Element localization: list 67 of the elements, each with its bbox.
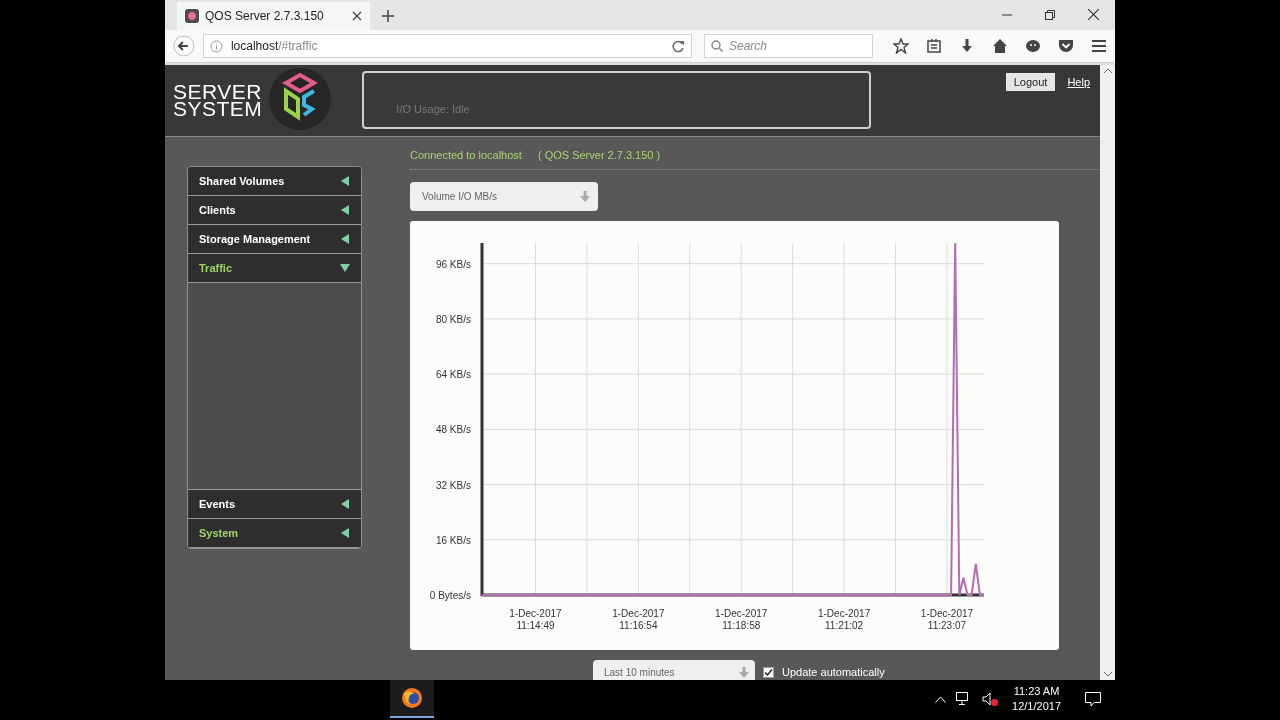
collapsed-icon — [340, 176, 350, 186]
logout-button[interactable]: Logout — [1005, 73, 1056, 91]
home-icon[interactable] — [992, 38, 1008, 54]
notifications-icon[interactable] — [1085, 691, 1101, 707]
reading-list-icon[interactable] — [926, 38, 942, 54]
scroll-up-icon[interactable] — [1103, 68, 1112, 73]
close-icon[interactable] — [1088, 9, 1099, 20]
taskbar-browser-button[interactable] — [390, 680, 434, 718]
y-tick-label: 32 KB/s — [435, 479, 471, 491]
collapsed-icon — [340, 205, 350, 215]
y-tick-label: 0 Bytes/s — [429, 589, 471, 601]
url-text: localhost/#traffic — [230, 38, 319, 55]
clock-time: 11:23 AM — [1013, 684, 1060, 699]
io-usage-text: I/O Usage: Idle — [396, 101, 470, 117]
expanded-icon — [340, 263, 350, 273]
scrollbar[interactable] — [1100, 65, 1115, 680]
sidebar-item[interactable]: Clients — [188, 196, 361, 225]
chevron-up-icon[interactable] — [935, 695, 947, 703]
browser-icon — [401, 687, 423, 709]
tab-title: QOS Server 2.7.3.150 — [205, 8, 325, 25]
download-icon[interactable] — [959, 38, 975, 54]
new-tab-icon[interactable] — [382, 10, 394, 22]
browser-tab[interactable]: QOS Server 2.7.3.150 — [177, 2, 370, 30]
back-icon[interactable] — [173, 35, 195, 57]
restore-icon[interactable] — [1045, 9, 1055, 20]
favicon-icon — [185, 9, 199, 23]
x-tick-label: 1-Dec-2017 11:14:49 — [509, 607, 562, 631]
logo-text: SYSTEM — [173, 100, 263, 117]
x-tick-label: 1-Dec-2017 11:23:07 — [920, 607, 974, 631]
down-arrow-icon — [580, 190, 590, 202]
pocket-icon[interactable] — [1058, 38, 1074, 54]
y-tick-label: 16 KB/s — [435, 534, 471, 546]
reload-icon[interactable] — [672, 39, 685, 53]
y-tick-label: 48 KB/s — [435, 423, 471, 435]
sidebar-item[interactable]: Shared Volumes — [188, 167, 361, 196]
sidebar-item[interactable]: Traffic — [188, 254, 361, 283]
y-tick-label: 80 KB/s — [435, 313, 471, 325]
collapsed-icon — [340, 499, 350, 509]
y-tick-label: 64 KB/s — [435, 368, 471, 380]
sidebar-item[interactable]: Events — [188, 490, 361, 519]
time-range-dropdown[interactable]: Last 10 minutes — [593, 659, 755, 680]
x-tick-label: 1-Dec-2017 11:18:58 — [715, 607, 768, 631]
muted-speaker-icon[interactable] — [982, 692, 999, 706]
logo-icon — [268, 67, 333, 131]
close-icon[interactable] — [352, 11, 362, 21]
connection-status: Connected to localhost — [410, 148, 522, 163]
sidebar-item[interactable]: Storage Management — [188, 225, 361, 254]
auto-update-label: Update automatically — [782, 665, 885, 680]
server-version: ( QOS Server 2.7.3.150 ) — [537, 148, 661, 163]
help-link[interactable]: Help — [1067, 73, 1090, 91]
metric-dropdown[interactable]: Volume I/O MB/s — [410, 181, 598, 211]
menu-icon[interactable] — [1091, 38, 1107, 54]
scroll-down-icon[interactable] — [1103, 672, 1112, 677]
search-field[interactable]: Search — [704, 34, 873, 58]
collapsed-icon — [340, 528, 350, 538]
sidebar-item[interactable]: System — [188, 519, 361, 548]
y-tick-label: 96 KB/s — [435, 258, 471, 270]
bookmark-star-icon[interactable] — [893, 38, 909, 54]
smiley-icon[interactable] — [1025, 38, 1041, 54]
logo-text: SERVER — [173, 83, 263, 100]
down-arrow-icon — [739, 667, 749, 678]
collapsed-icon — [340, 234, 350, 244]
address-bar[interactable]: localhost/#traffic — [202, 34, 692, 58]
auto-update-checkbox[interactable] — [763, 667, 774, 678]
clock-date: 12/1/2017 — [1012, 699, 1061, 714]
x-tick-label: 1-Dec-2017 11:16:54 — [612, 607, 665, 631]
x-tick-label: 1-Dec-2017 11:21:02 — [817, 607, 871, 631]
